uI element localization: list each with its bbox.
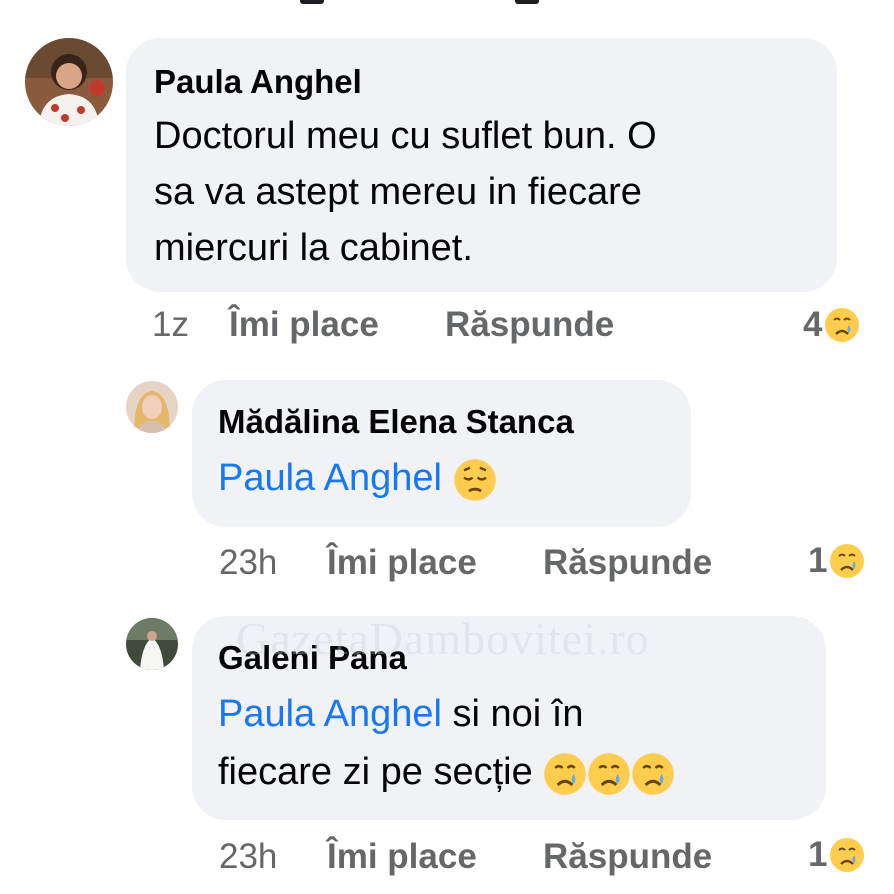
- comment-author[interactable]: Mădălina Elena Stanca: [218, 402, 665, 442]
- reply-button[interactable]: Răspunde: [445, 305, 614, 345]
- comment-timestamp[interactable]: 23h: [219, 837, 277, 877]
- reaction-summary[interactable]: 4: [803, 305, 860, 345]
- like-button[interactable]: Îmi place: [327, 543, 477, 583]
- comment-timestamp[interactable]: 1z: [152, 305, 189, 345]
- crying-face-icon: [631, 752, 675, 796]
- crying-face-icon: [829, 543, 865, 579]
- avatar-galeni-pana[interactable]: [126, 618, 178, 670]
- pensive-face-icon: [453, 458, 497, 502]
- avatar-madalina-elena-stanca[interactable]: [126, 381, 178, 433]
- crying-face-icon: [829, 837, 865, 873]
- reaction-summary[interactable]: 1: [808, 835, 865, 875]
- comment-bubble: Paula Anghel Doctorul meu cu suflet bun.…: [126, 38, 837, 292]
- reaction-count: 1: [808, 541, 828, 580]
- comment-text-line: Doctorul meu cu suflet bun. O: [154, 115, 657, 157]
- comment-text-line: sa va astept mereu in fiecare: [154, 171, 642, 213]
- crying-face-icon: [824, 307, 860, 343]
- reaction-count: 4: [803, 305, 823, 344]
- comment-text-line: fiecare zi pe secție: [218, 742, 800, 802]
- reply-button[interactable]: Răspunde: [543, 837, 712, 877]
- comment-actions: 23h Îmi place Răspunde: [219, 837, 759, 877]
- crying-face-icon: [587, 752, 631, 796]
- comment-author[interactable]: Paula Anghel: [154, 62, 809, 102]
- comment-actions: 23h Îmi place Răspunde: [219, 543, 759, 583]
- reaction-summary[interactable]: 1: [808, 541, 865, 581]
- comment-text-line: Paula Anghel si noi în: [218, 693, 584, 735]
- comment-text-line: miercuri la cabinet.: [154, 227, 473, 269]
- comment-bubble: Mădălina Elena Stanca Paula Anghel: [192, 380, 691, 527]
- comment-actions: 1z Îmi place Răspunde: [152, 305, 672, 345]
- reaction-count: 1: [808, 835, 828, 874]
- mention-link[interactable]: Paula Anghel: [218, 693, 442, 735]
- like-button[interactable]: Îmi place: [327, 837, 477, 877]
- comment-bubble: Galeni Pana Paula Anghel si noi în fieca…: [192, 616, 826, 820]
- comment-text: Paula Anghel: [218, 450, 665, 506]
- reply-button[interactable]: Răspunde: [543, 543, 712, 583]
- crying-face-icon: [543, 752, 587, 796]
- comment-timestamp[interactable]: 23h: [219, 543, 277, 583]
- like-button[interactable]: Îmi place: [229, 305, 379, 345]
- mention-link[interactable]: Paula Anghel: [218, 457, 442, 499]
- comment-author[interactable]: Galeni Pana: [218, 638, 800, 678]
- avatar-paula-anghel[interactable]: [25, 38, 113, 126]
- previous-comment-fragment: [0, 0, 894, 8]
